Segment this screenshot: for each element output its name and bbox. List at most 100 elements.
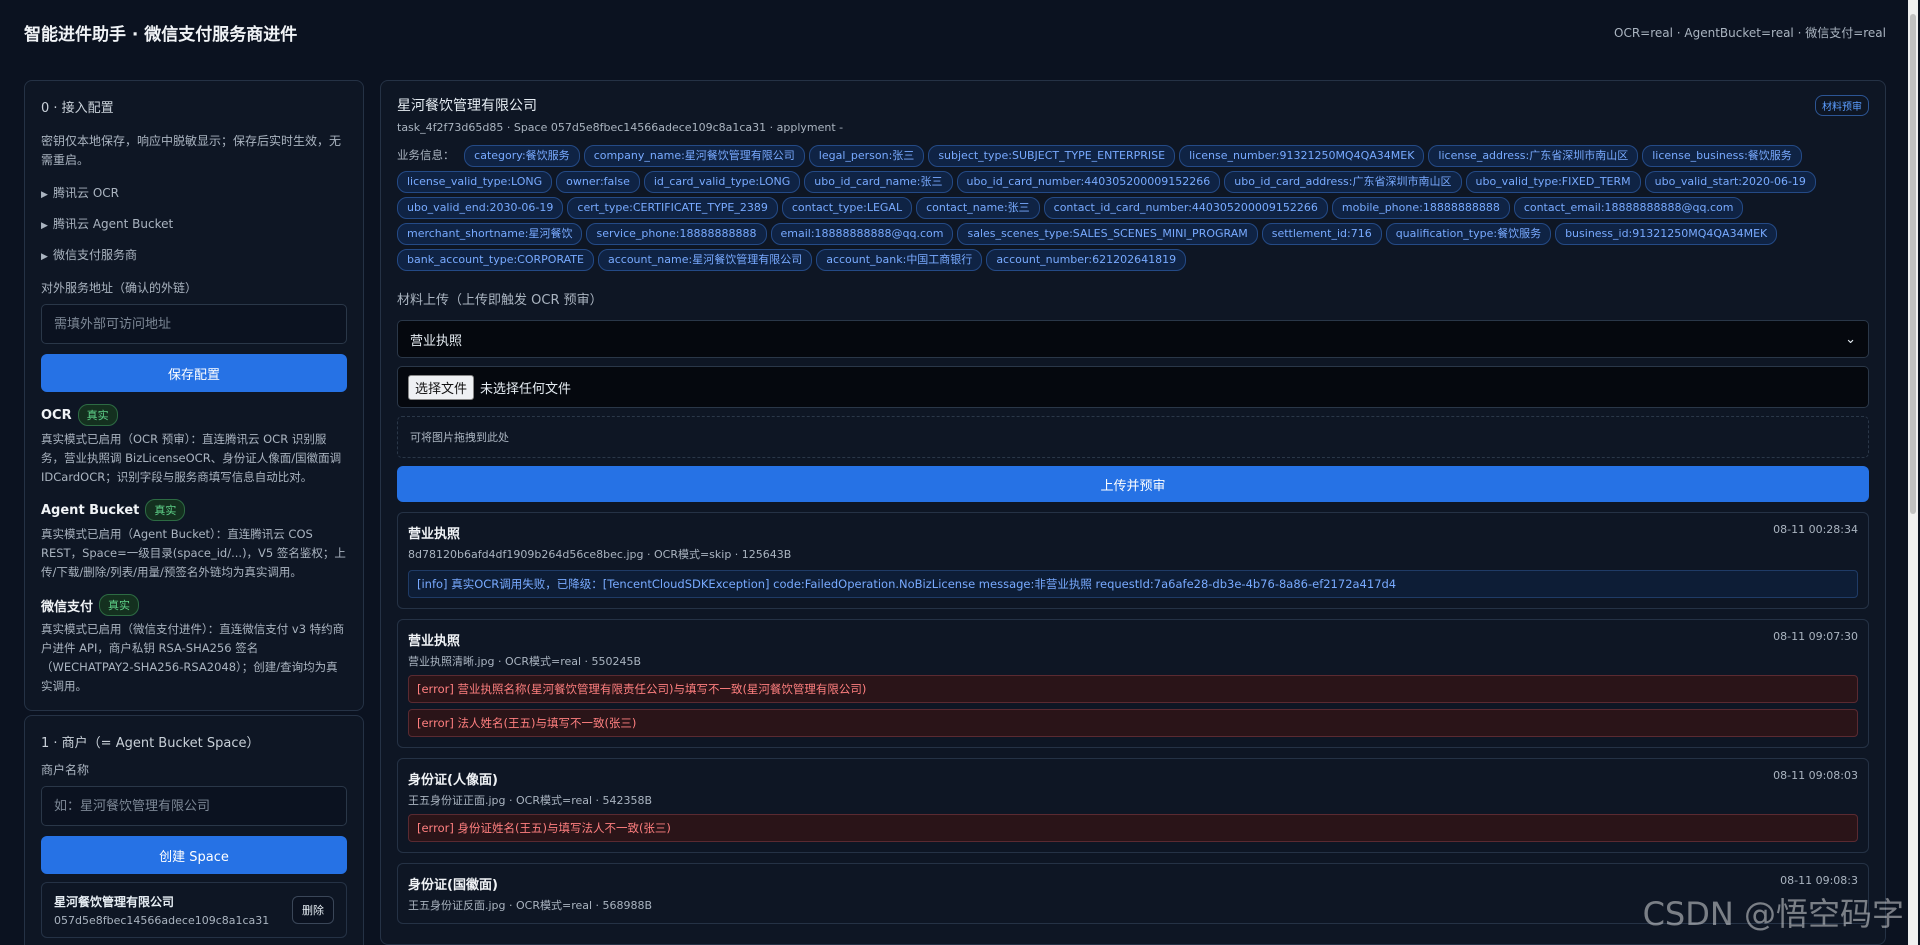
record-header: 营业执照 08-11 09:07:30: [408, 630, 1858, 649]
record-time: 08-11 00:28:34: [1773, 523, 1858, 536]
business-field-chip: contact_type:LEGAL: [781, 197, 913, 219]
mode-description: 真实模式已启用（OCR 预审）：直连腾讯云 OCR 识别服务，营业执照调 Biz…: [41, 432, 342, 484]
business-info: 业务信息： category:餐饮服务 company_name:星河餐饮管理有限…: [397, 144, 1869, 275]
business-field-chip: license_number:91321250MQ4QA34MEK: [1179, 145, 1425, 167]
business-field-chip: company_name:星河餐饮管理有限公司: [583, 145, 805, 167]
save-config-button[interactable]: 保存配置: [41, 354, 347, 392]
collapse-wechat-pay[interactable]: ▶ 微信支付服务商: [41, 238, 347, 269]
record-message-info: [info] 真实OCR调用失败，已降级：[TencentCloudSDKExc…: [408, 570, 1858, 598]
record-title: 营业执照: [408, 527, 461, 542]
merchant-name-input[interactable]: [41, 786, 347, 826]
record-title: 身份证(国徽面): [408, 878, 498, 893]
business-field-chip: subject_type:SUBJECT_TYPE_ENTERPRISE: [928, 145, 1176, 167]
mode-header: OCR 真实: [41, 404, 347, 426]
collapse-label: 腾讯云 OCR: [53, 186, 119, 200]
merchant-meta: task_4f2f73d65d85 · Space 057d5e8fbec145…: [397, 121, 844, 134]
business-field-chip: ubo_valid_type:FIXED_TERM: [1465, 171, 1641, 193]
config-panel: 0 · 接入配置 密钥仅本地保存，响应中脱敏显示；保存后实时生效，无需重启。 ▶…: [24, 80, 364, 711]
merchant-panel: 1 · 商户（= Agent Bucket Space） 商户名称 创建 Spa…: [24, 715, 364, 945]
business-field-chip: account_name:星河餐饮管理有限公司: [597, 249, 813, 271]
space-card[interactable]: 星河餐饮管理有限公司 057d5e8fbec14566adece109c8a1c…: [41, 882, 347, 938]
business-field-chip: service_phone:18888888888: [586, 223, 767, 245]
create-space-button[interactable]: 创建 Space: [41, 836, 347, 874]
delete-space-button[interactable]: 删除: [292, 896, 334, 924]
business-field-chip: merchant_shortname:星河餐饮: [397, 223, 583, 245]
record-time: 08-11 09:07:30: [1773, 630, 1858, 643]
business-field-chip: legal_person:张三: [808, 145, 925, 167]
page-scrollbar[interactable]: [1908, 0, 1918, 945]
business-field-chip: settlement_id:716: [1261, 223, 1382, 245]
merchant-name: 星河餐饮管理有限公司: [397, 98, 537, 114]
record-message-error: [error] 法人姓名(王五)与填写不一致(张三): [408, 709, 1858, 737]
file-status: 未选择任何文件: [480, 381, 572, 397]
material-type-value: 营业执照: [410, 333, 463, 349]
mode-badge: 真实: [145, 499, 186, 521]
business-field-chip: ubo_id_card_number:440305200009152266: [956, 171, 1221, 193]
business-field-chip: cert_type:CERTIFICATE_TYPE_2389: [567, 197, 778, 219]
mode-list: OCR 真实 真实模式已启用（OCR 预审）：直连腾讯云 OCR 识别服务，营业执照…: [41, 404, 347, 696]
collapse-agent-bucket[interactable]: ▶ 腾讯云 Agent Bucket: [41, 207, 347, 238]
record-message-error: [error] 身份证姓名(王五)与填写法人不一致(张三): [408, 814, 1858, 842]
business-field-chip: account_bank:中国工商银行: [816, 249, 983, 271]
material-record: 身份证(人像面) 08-11 09:08:03 王五身份证正面.jpg · OCR模…: [397, 758, 1869, 853]
business-field-chip: contact_id_card_number:44030520000915226…: [1043, 197, 1328, 219]
service-status: OCR=real · AgentBucket=real · 微信支付=real: [1614, 25, 1886, 40]
business-field-chip: license_valid_type:LONG: [397, 171, 553, 193]
top-bar: 智能进件助手 · 微信支付服务商进件 OCR=real · AgentBucke…: [0, 0, 1920, 64]
business-field-chip: license_business:餐饮服务: [1642, 145, 1802, 167]
record-meta: 王五身份证正面.jpg · OCR模式=real · 542358B: [408, 794, 653, 807]
collapse-ocr[interactable]: ▶ 腾讯云 OCR: [41, 176, 347, 207]
record-meta: 8d78120b6afd4df1909b264d56ce8bec.jpg · O…: [408, 548, 792, 561]
caret-right-icon: ▶: [41, 221, 48, 231]
main-layout: 0 · 接入配置 密钥仅本地保存，响应中脱敏显示；保存后实时生效，无需重启。 ▶…: [24, 80, 1886, 945]
business-field-chip: id_card_valid_type:LONG: [643, 171, 801, 193]
choose-file-button[interactable]: 选择文件: [408, 374, 475, 400]
material-record: 营业执照 08-11 09:07:30 营业执照清晰.jpg · OCR模式=rea…: [397, 619, 1869, 748]
config-title: 0 · 接入配置: [41, 101, 114, 116]
business-field-chip: ubo_id_card_name:张三: [804, 171, 953, 193]
drop-zone[interactable]: 可将图片拖拽到此处: [397, 416, 1869, 458]
record-header: 身份证(人像面) 08-11 09:08:03: [408, 769, 1858, 788]
business-field-chip: license_address:广东省深圳市南山区: [1428, 145, 1639, 167]
record-time: 08-11 09:08:03: [1773, 769, 1858, 782]
business-field-chip: ubo_valid_start:2020-06-19: [1644, 171, 1816, 193]
mode-badge: 真实: [77, 404, 118, 426]
public-url-label: 对外服务地址（确认的外链）: [41, 281, 198, 295]
business-info-label: 业务信息：: [397, 148, 455, 162]
scrollbar-thumb[interactable]: [1910, 14, 1916, 514]
drop-zone-text: 可将图片拖拽到此处: [410, 431, 509, 444]
upload-review-button[interactable]: 上传并预审: [397, 466, 1869, 502]
business-field-chip: mobile_phone:18888888888: [1331, 197, 1510, 219]
public-url-input[interactable]: [41, 304, 347, 344]
collapse-label: 微信支付服务商: [53, 248, 138, 262]
business-field-chip: contact_name:张三: [916, 197, 1040, 219]
record-meta: 营业执照清晰.jpg · OCR模式=real · 550245B: [408, 655, 642, 668]
space-name: 星河餐饮管理有限公司: [54, 895, 175, 909]
collapse-label: 腾讯云 Agent Bucket: [53, 217, 174, 231]
mode-description: 真实模式已启用（微信支付进件）：直连微信支付 v3 特约商户进件 API，商户私…: [41, 622, 345, 693]
material-type-select[interactable]: 营业执照 ⌄: [397, 320, 1869, 358]
business-field-chip: category:餐饮服务: [464, 145, 580, 167]
mode-name: OCR: [41, 407, 72, 423]
caret-right-icon: ▶: [41, 190, 48, 200]
business-field-chip: sales_scenes_type:SALES_SCENES_MINI_PROG…: [957, 223, 1258, 245]
mode-name: Agent Bucket: [41, 502, 140, 518]
record-title: 身份证(人像面): [408, 773, 498, 788]
record-header: 营业执照 08-11 00:28:34: [408, 523, 1858, 542]
watermark: CSDN @悟空码字: [1642, 895, 1904, 933]
business-field-chip: contact_email:18888888888@qq.com: [1513, 197, 1744, 219]
file-input[interactable]: 选择文件 未选择任何文件: [397, 366, 1869, 408]
business-field-chip: email:18888888888@qq.com: [770, 223, 954, 245]
mode-name: 微信支付: [41, 599, 94, 615]
pre-review-tag: 材料预审: [1815, 95, 1869, 116]
business-field-chip: account_number:621202641819: [986, 249, 1187, 271]
config-hint: 密钥仅本地保存，响应中脱敏显示；保存后实时生效，无需重启。: [41, 134, 342, 167]
record-title: 营业执照: [408, 634, 461, 649]
upload-section-label: 材料上传（上传即触发 OCR 预审）: [397, 293, 603, 308]
caret-right-icon: ▶: [41, 252, 48, 262]
merchant-detail-panel: 星河餐饮管理有限公司 task_4f2f73d65d85 · Space 057…: [380, 80, 1886, 945]
business-field-chip: ubo_valid_end:2030-06-19: [397, 197, 564, 219]
app-title: 智能进件助手 · 微信支付服务商进件: [24, 24, 298, 45]
business-field-chip: ubo_id_card_address:广东省深圳市南山区: [1224, 171, 1462, 193]
material-record: 营业执照 08-11 00:28:34 8d78120b6afd4df1909b26…: [397, 512, 1869, 609]
